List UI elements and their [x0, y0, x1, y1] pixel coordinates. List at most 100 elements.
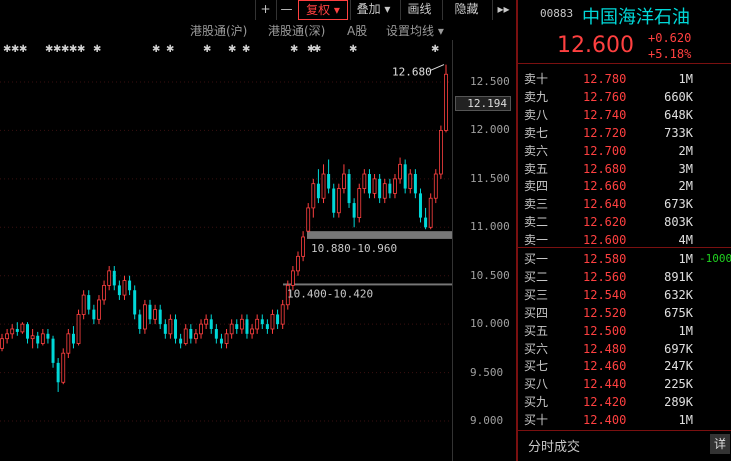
candle-body: [367, 174, 371, 194]
order-price: 12.580: [583, 252, 627, 266]
tab-a-share[interactable]: A股: [347, 22, 367, 40]
adjust-price-dropdown[interactable]: 复权 ▾: [298, 0, 348, 20]
draw-line-button[interactable]: 画线: [400, 0, 438, 20]
order-price: 12.540: [583, 287, 627, 302]
event-star-icon: ✱: [290, 44, 298, 55]
candlestick-chart[interactable]: ✱ ✱ ✱ ✱ ✱ ✱ ✱ ✱ ✱ ✱ ✱ ✱ ✱ ✱ ✱ ✱✱ ✱ ✱ 12.680 10.880-10.960…: [0, 40, 452, 461]
candle-body: [235, 324, 239, 329]
order-volume: 247K: [664, 359, 693, 374]
order-level-label: 买四: [524, 305, 549, 320]
ask-row[interactable]: 卖五 12.680 3M: [518, 160, 731, 178]
order-volume: 673K: [664, 197, 693, 212]
divider: [518, 430, 731, 431]
bid-row[interactable]: 买三 12.540 632K: [518, 286, 731, 304]
detail-button[interactable]: 详: [710, 434, 730, 454]
order-volume: 1M: [678, 72, 693, 86]
candle-body: [40, 333, 45, 344]
order-price: 12.520: [583, 305, 627, 320]
ask-row[interactable]: 卖十 12.780 1M: [518, 70, 731, 88]
order-level-label: 卖六: [524, 143, 549, 158]
ask-row[interactable]: 卖八 12.740 648K: [518, 106, 731, 124]
last-price: 12.600: [557, 33, 634, 58]
order-volume: 3M: [678, 161, 693, 176]
candle-body: [382, 183, 387, 199]
candle-body: [46, 333, 50, 339]
candle-body: [92, 309, 96, 320]
order-volume: 225K: [664, 377, 693, 392]
candle-body: [362, 173, 367, 189]
candle-body: [347, 174, 351, 204]
tab-hk-connect-sz[interactable]: 港股通(深): [268, 22, 325, 40]
order-level-label: 卖七: [524, 125, 549, 140]
order-level-label: 买十: [524, 413, 549, 428]
order-level-label: 买八: [524, 377, 549, 392]
candle-body: [66, 333, 71, 354]
candle-body: [76, 314, 81, 344]
order-level-label: 买三: [524, 287, 549, 302]
candle-body: [102, 284, 106, 301]
stock-name[interactable]: 中国海洋石油: [582, 3, 690, 29]
overlay-dropdown[interactable]: 叠加 ▾: [350, 0, 396, 20]
candle-body: [183, 328, 188, 344]
order-level-label: 买一: [524, 252, 549, 266]
event-star-icon: ✱: [93, 44, 101, 55]
tab-hk-connect-sh[interactable]: 港股通(沪): [190, 22, 247, 40]
bid-row[interactable]: 买九 12.420 289K: [518, 393, 731, 411]
order-price: 12.720: [583, 125, 627, 140]
order-volume: 891K: [664, 269, 693, 284]
candle-body: [142, 304, 147, 330]
gap-zone: [307, 231, 452, 239]
ma-settings-dropdown[interactable]: 设置均线 ▾: [386, 22, 444, 40]
fast-forward-icon[interactable]: ▸▸: [492, 0, 514, 20]
bid-row[interactable]: 买七 12.460 247K: [518, 357, 731, 375]
candle-body: [255, 318, 260, 330]
chart-toolbar: + — 复权 ▾ 叠加 ▾ 画线 隐藏 ▸▸: [0, 0, 516, 20]
candle-body: [163, 324, 167, 334]
order-level-label: 买二: [524, 269, 549, 284]
ask-row[interactable]: 卖四 12.660 2M: [518, 177, 731, 195]
candle-body: [301, 236, 306, 257]
event-star-icon: ✱: [228, 44, 236, 55]
candle-body: [306, 207, 311, 232]
candle-body: [403, 164, 407, 189]
candle-body: [189, 328, 193, 339]
ask-row[interactable]: 卖六 12.700 2M: [518, 142, 731, 160]
trade-ticks-label[interactable]: 分时成交: [528, 436, 580, 455]
event-star-icon: ✱: [313, 44, 321, 55]
ask-row[interactable]: 卖三 12.640 673K: [518, 195, 731, 213]
ask-row[interactable]: 卖七 12.720 733K: [518, 124, 731, 142]
candle-body: [336, 188, 341, 214]
candle-body: [280, 304, 285, 325]
candle-body: [148, 304, 152, 320]
order-volume: 1M: [678, 252, 693, 266]
bid-row[interactable]: 买五 12.500 1M: [518, 322, 731, 340]
zoom-out-button[interactable]: —: [276, 0, 296, 20]
candle-body: [393, 178, 397, 194]
hide-button[interactable]: 隐藏: [442, 0, 490, 20]
bid-row[interactable]: 买八 12.440 225K: [518, 375, 731, 393]
event-star-icon: ✱: [19, 44, 27, 55]
order-level-label: 卖十: [524, 72, 549, 86]
bid-row[interactable]: 买四 12.520 675K: [518, 304, 731, 322]
candle-body: [128, 280, 132, 291]
axis-tick: 9.000: [470, 414, 504, 427]
high-price-label: 12.680: [392, 66, 432, 79]
bid-row[interactable]: 买十 12.400 1M: [518, 411, 731, 429]
bid-row[interactable]: 买六 12.480 697K: [518, 340, 731, 358]
order-price: 12.640: [583, 197, 627, 212]
ask-row[interactable]: 卖二 12.620 803K: [518, 213, 731, 231]
candle-body: [378, 178, 382, 199]
divider: [518, 247, 731, 248]
bid-row[interactable]: 买二 12.560 891K: [518, 268, 731, 286]
order-price: 12.400: [583, 413, 627, 428]
gap-upper-label: 10.880-10.960: [311, 242, 397, 255]
event-star-icon: ✱: [431, 44, 439, 55]
bid-row[interactable]: 买一 12.580 1M -1000: [518, 250, 731, 268]
candle-body: [0, 338, 4, 349]
ask-row[interactable]: 卖九 12.760 660K: [518, 88, 731, 106]
zoom-in-button[interactable]: +: [255, 0, 275, 20]
order-level-label: 卖二: [524, 215, 549, 230]
candle-body: [36, 335, 40, 344]
order-level-label: 卖五: [524, 161, 549, 176]
order-level-label: 买五: [524, 323, 549, 338]
